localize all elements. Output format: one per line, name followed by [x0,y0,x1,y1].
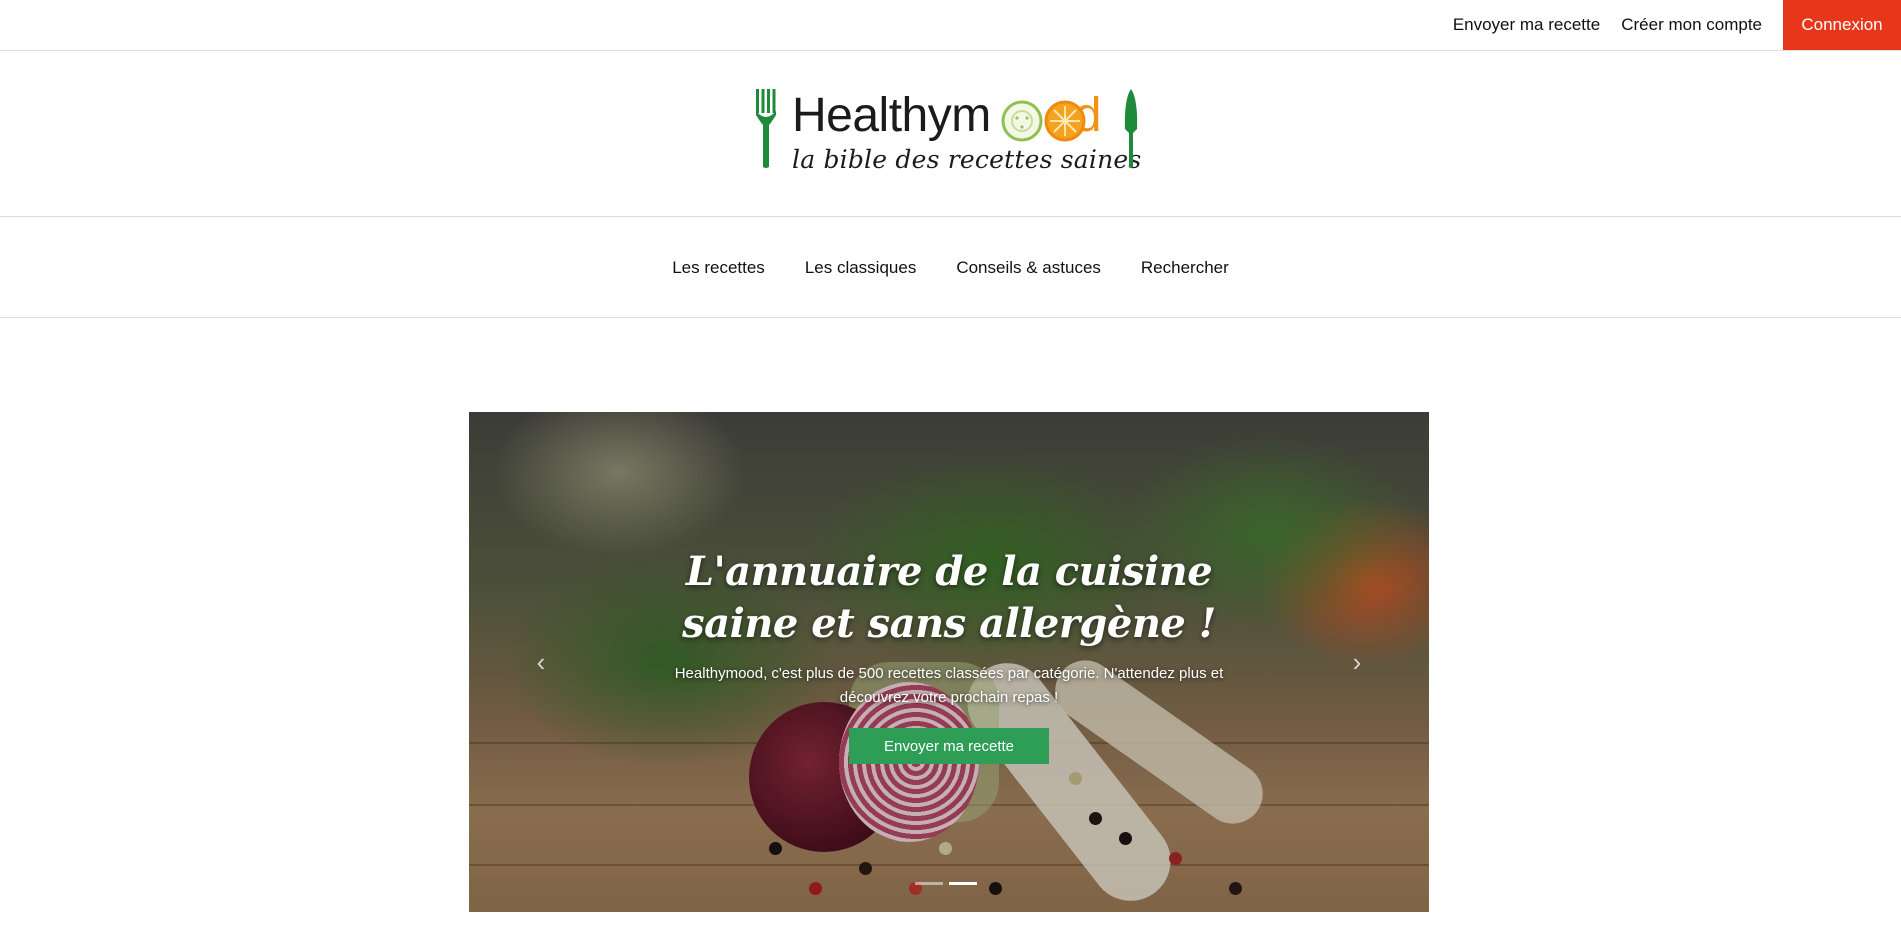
site-logo[interactable]: Healthym d la bible des recettes saines [755,87,1145,187]
fork-icon [756,89,776,168]
hero-submit-recipe-button[interactable]: Envoyer ma recette [849,728,1049,764]
hero-title: L'annuaire de la cuisine saine et sans a… [682,548,1216,647]
login-button[interactable]: Connexion [1783,0,1901,50]
logo-tagline: la bible des recettes saines [792,145,1142,174]
nav-item-classics[interactable]: Les classiques [805,258,917,278]
nav-item-search[interactable]: Rechercher [1141,258,1229,278]
create-account-link[interactable]: Créer mon compte [1621,15,1762,35]
hero-description: Healthymood, c'est plus de 500 recettes … [674,665,1224,706]
logo-word-dark: Healthym [792,89,991,142]
nav-item-tips[interactable]: Conseils & astuces [956,258,1101,278]
carousel-indicators [915,882,977,885]
cucumber-slice-icon [1001,100,1043,142]
header-logo-area: Healthym d la bible des recettes saines [0,51,1901,217]
submit-recipe-link[interactable]: Envoyer ma recette [1453,15,1600,35]
orange-slice-icon [1044,100,1086,142]
carousel-dot-2[interactable] [949,882,977,885]
chevron-left-icon[interactable]: ‹ [529,648,553,676]
main-nav-list: Les recettes Les classiques Conseils & a… [0,218,1901,318]
main-nav: Les recettes Les classiques Conseils & a… [0,218,1901,318]
top-links: Envoyer ma recette Créer mon compte Conn… [1453,0,1901,50]
nav-item-recipes[interactable]: Les recettes [672,258,765,278]
knife-icon [1124,89,1138,168]
hero-carousel: L'annuaire de la cuisine saine et sans a… [469,412,1429,912]
chevron-right-icon[interactable]: › [1345,648,1369,676]
carousel-dot-1[interactable] [915,882,943,885]
top-bar: Envoyer ma recette Créer mon compte Conn… [0,0,1901,51]
